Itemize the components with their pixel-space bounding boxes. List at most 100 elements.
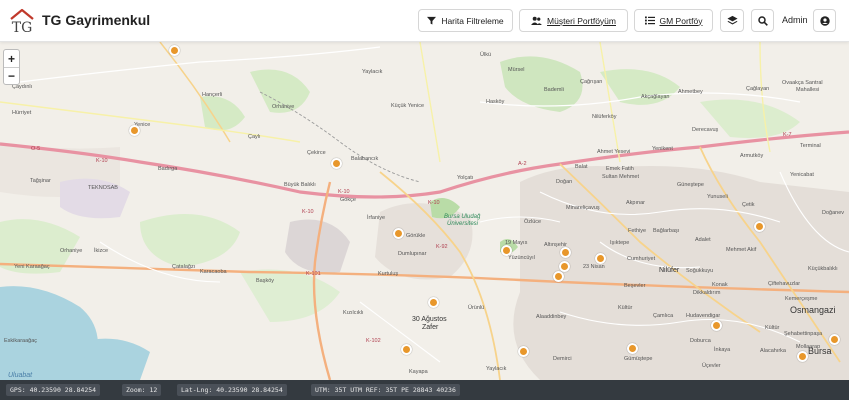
map-label: Karacaoba	[200, 269, 227, 275]
property-marker[interactable]	[401, 344, 412, 355]
map-label: Adalet	[695, 237, 711, 243]
property-marker[interactable]	[518, 346, 529, 357]
map-label: Bursa Uludağ	[444, 214, 481, 220]
property-marker[interactable]	[754, 221, 765, 232]
map-label: Terminal	[800, 143, 821, 149]
status-bar: GPS: 40.23590 28.84254 Zoom: 12 Lat-Lng:…	[0, 380, 849, 400]
map-label: Badırga	[158, 166, 178, 172]
map-label: Yaylacık	[362, 69, 383, 75]
customer-portfolio-button[interactable]: Müşteri Portföyüm	[519, 9, 628, 32]
map-label: Akçağlayan	[641, 94, 670, 100]
property-marker[interactable]	[169, 45, 180, 56]
map-label: Ahmetbey	[678, 89, 703, 95]
property-marker[interactable]	[595, 253, 606, 264]
map-label: Orhaniye	[272, 104, 295, 110]
map-label: Alaaddinbey	[536, 314, 567, 320]
user-circle-icon	[819, 15, 830, 26]
map-label: Balabancık	[351, 156, 379, 162]
property-marker[interactable]	[797, 351, 808, 362]
map-label: Kayapa	[409, 369, 428, 375]
map-label: Üçevler	[702, 363, 721, 369]
map-label: Fethiye	[628, 228, 647, 234]
map-label: Hudavendigar	[686, 313, 721, 319]
map-label: Eskikaraağaç	[4, 338, 38, 344]
map-label: Dumlupınar	[398, 251, 427, 257]
map-label: Alacahırka	[760, 348, 786, 354]
map-label: Mahallesi	[796, 87, 820, 93]
map-label: Cumhuriyet	[627, 256, 656, 262]
map-label: Yaylacık	[486, 366, 507, 372]
map-label: Mehmet Akif	[726, 247, 757, 253]
map-label: Konak	[712, 282, 728, 288]
map-label: Kızılcıklı	[343, 310, 364, 316]
road-label: K-7	[783, 132, 792, 138]
map-view[interactable]: Çaydınlı Hançerli Orhaniye Yaylacık Küçü…	[0, 42, 849, 380]
map-label: Yenikent	[652, 146, 673, 152]
map-label: Hürriyet	[12, 110, 32, 116]
property-marker[interactable]	[627, 343, 638, 354]
layers-button[interactable]	[720, 9, 744, 32]
map-label: Tağşinar	[30, 178, 51, 184]
map-filter-label: Harita Filtreleme	[441, 15, 504, 26]
map-label: Ülkü	[480, 52, 492, 58]
map-label: Yenicabat	[790, 172, 814, 178]
property-marker[interactable]	[829, 334, 840, 345]
map-label: TEKNOSAB	[88, 185, 118, 191]
property-marker[interactable]	[711, 320, 722, 331]
map-label: Uluabat	[8, 372, 33, 379]
map-label: Büyük Balıklı	[284, 182, 316, 188]
map-label: Kültür	[618, 305, 633, 311]
map-label: Şehabettinpaşa	[784, 331, 823, 337]
map-label: İnkaya	[714, 347, 731, 353]
property-marker[interactable]	[129, 125, 140, 136]
map-label: Özlüce	[524, 219, 542, 225]
map-label: Gökçe	[340, 197, 356, 203]
search-icon	[757, 15, 768, 26]
customer-portfolio-label: Müşteri Portföyüm	[547, 15, 616, 26]
map-label: Akpınar	[626, 200, 645, 206]
map-filter-button[interactable]: Harita Filtreleme	[418, 9, 513, 32]
map-label: Doğanev	[822, 210, 845, 216]
app-header: TG TG Gayrimenkul Harita Filtreleme Müşt…	[0, 0, 849, 42]
search-button[interactable]	[751, 9, 774, 32]
map-label: Beşevler	[624, 283, 646, 289]
road-label: K-10	[302, 209, 314, 215]
map-label: Doburca	[690, 338, 711, 344]
map-label: Emek Fatih	[606, 166, 634, 172]
gm-portfolio-button[interactable]: GM Portföy	[634, 9, 713, 32]
zoom-out-button[interactable]: −	[4, 67, 19, 84]
map-label: Çetik	[742, 202, 755, 208]
map-label: Kurtuluş	[378, 271, 399, 277]
property-marker[interactable]	[553, 271, 564, 282]
map-label: Sultan Mehmet	[602, 174, 639, 180]
user-menu-button[interactable]	[813, 9, 836, 32]
zoom-in-button[interactable]: +	[4, 50, 19, 67]
property-marker[interactable]	[331, 158, 342, 169]
map-label: Nilüfer	[659, 267, 680, 274]
map-label: Nilüferköy	[592, 114, 617, 120]
road-label: K-102	[366, 338, 381, 344]
property-marker[interactable]	[428, 297, 439, 308]
map-label: Çağrışan	[580, 79, 603, 85]
property-marker[interactable]	[393, 228, 404, 239]
road-label: K-10	[428, 200, 440, 206]
property-marker[interactable]	[559, 261, 570, 272]
brand-logo[interactable]: TG	[8, 6, 36, 36]
map-label: 23 Nisan	[583, 264, 605, 270]
road-label: O-5	[31, 146, 41, 152]
property-marker[interactable]	[501, 245, 512, 256]
map-label: Çiftehavuzlar	[768, 281, 801, 287]
map-label: Osmangazi	[790, 305, 836, 315]
map-label: Dikkaldırım	[693, 290, 721, 296]
map-label: Çağlayan	[746, 86, 770, 92]
user-name[interactable]: Admin	[782, 15, 808, 25]
road-label: K-10	[96, 158, 108, 164]
property-marker[interactable]	[560, 247, 571, 258]
map-label: Küçük Yenice	[391, 103, 425, 109]
map-label: Güneştepe	[677, 182, 704, 188]
map-label: Doğan	[556, 179, 573, 185]
svg-text:TG: TG	[12, 20, 33, 36]
map-label: Ahmet Yesevi	[597, 149, 631, 155]
map-label: Gümüştepe	[624, 356, 653, 362]
list-icon	[644, 16, 655, 25]
